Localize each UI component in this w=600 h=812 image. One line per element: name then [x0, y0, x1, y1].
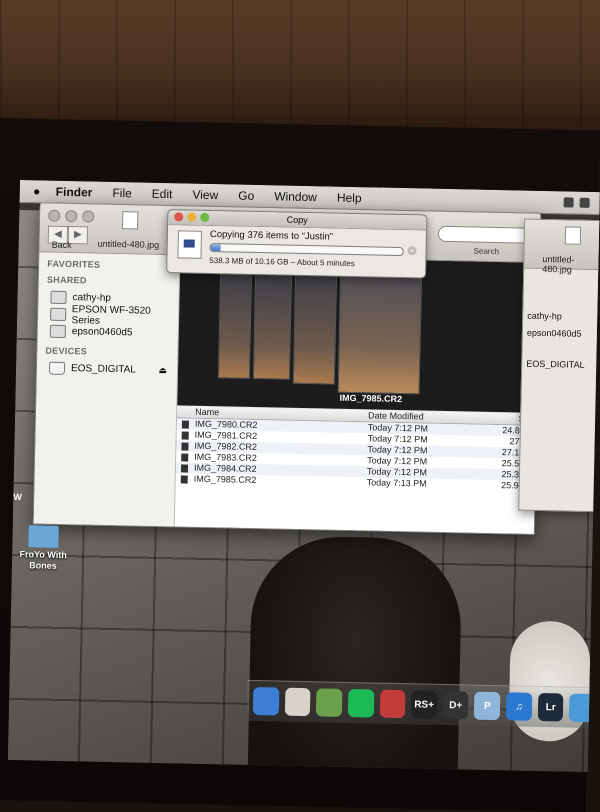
file-name: IMG_7981.CR2 [194, 429, 258, 442]
stop-copy-icon[interactable]: × [407, 246, 417, 256]
safari-icon[interactable] [569, 693, 596, 723]
close-icon[interactable] [174, 212, 184, 222]
toolbar-file-label[interactable]: untitled-480.jpg [98, 239, 160, 250]
preview-caption: IMG_7985.CR2 [339, 392, 403, 405]
thumbnail[interactable] [292, 263, 338, 385]
desktop-item-partial[interactable]: W [13, 492, 22, 502]
photos-icon[interactable] [316, 688, 343, 717]
desktop-folder-label: FroYo With Bones [19, 549, 67, 571]
finder-icon[interactable] [252, 686, 280, 716]
back-label: Back [51, 239, 72, 251]
p-icon[interactable]: P [474, 691, 501, 721]
disk-icon [48, 361, 66, 375]
progress-fill [210, 244, 221, 252]
file-name: IMG_7985.CR2 [193, 473, 257, 486]
lightroom-icon[interactable]: Lr [537, 692, 564, 722]
toolbar-file-label[interactable]: untitled-480.jpg [542, 254, 599, 275]
column-header-date[interactable]: Date Modified [368, 410, 477, 423]
raw-file-icon [181, 442, 189, 451]
sidebar-heading-shared: SHARED [46, 274, 87, 286]
d-plus-icon[interactable]: D+ [442, 690, 469, 720]
sidebar-item-epson0460d5[interactable]: epson0460d5 [523, 324, 598, 343]
thumbnail[interactable] [217, 266, 253, 379]
zoom-icon[interactable] [200, 212, 210, 222]
copy-dialog-title: Copy [286, 214, 308, 226]
desktop-folder[interactable]: FroYo With Bones [14, 525, 73, 572]
computer-icon [50, 290, 67, 304]
status-icon[interactable] [563, 197, 574, 208]
screen: ● Finder File Edit View Go Window Help ◀… [7, 180, 600, 773]
sidebar-heading-favorites: FAVORITES [47, 258, 101, 270]
sidebar-item-cathy-hp[interactable]: cathy-hp [523, 307, 598, 326]
file-icon[interactable] [564, 226, 582, 245]
copy-status: 538.3 MB of 10.16 GB – About 5 minutes [209, 255, 355, 269]
copy-progress-bar [209, 242, 404, 257]
menu-edit[interactable]: Edit [142, 187, 183, 202]
raw-file-icon [180, 475, 188, 484]
close-icon[interactable] [48, 209, 61, 222]
background-wall [0, 0, 600, 130]
copy-dialog-titlebar: Copy [168, 210, 427, 231]
apple-menu-icon[interactable]: ● [28, 184, 46, 198]
zoom-icon[interactable] [82, 210, 95, 223]
menu-go[interactable]: Go [228, 188, 264, 203]
menu-file[interactable]: File [102, 186, 142, 201]
raw-file-icon [181, 453, 189, 462]
file-icon[interactable] [121, 211, 139, 230]
sidebar-heading-devices: DEVICES [45, 345, 88, 357]
finder-window-right: untitled-480.jpg cathy-hp epson0460d5 EO… [518, 218, 600, 513]
raw-file-icon [180, 464, 189, 473]
file-name: IMG_7980.CR2 [194, 418, 258, 431]
minimize-icon[interactable] [65, 209, 78, 223]
menu-status-icons [563, 197, 600, 208]
rs-icon[interactable]: RS+ [411, 690, 438, 719]
cover-flow-preview: IMG_7985.CR2 [177, 255, 540, 413]
file-name: IMG_7982.CR2 [194, 440, 258, 453]
computer-icon [50, 307, 66, 321]
raw-file-icon [177, 230, 202, 259]
file-list: Name Date Modified Size IMG_7980.CR2Toda… [174, 406, 537, 534]
wallpaper-figure [247, 534, 463, 773]
app-icon[interactable] [379, 689, 406, 719]
preview-icon[interactable] [284, 687, 311, 717]
menu-view[interactable]: View [182, 187, 228, 203]
search-label: Search [473, 246, 500, 257]
sidebar-item-label: EPSON WF-3520 Series [71, 303, 151, 327]
finder-toolbar-right: untitled-480.jpg [524, 219, 600, 275]
itunes-icon[interactable]: ♫ [505, 692, 533, 721]
file-name: IMG_7984.CR2 [193, 462, 257, 475]
spotify-icon[interactable] [347, 688, 374, 718]
sidebar-item-label: EOS_DIGITAL [70, 363, 137, 376]
date-cell: Today 7:13 PM [366, 477, 427, 489]
status-icon[interactable] [579, 197, 590, 208]
minimize-icon[interactable] [187, 212, 197, 222]
copy-window-controls [174, 212, 210, 222]
eject-icon[interactable]: ⏏ [158, 365, 167, 376]
sidebar-item-label: epson0460d5 [71, 326, 133, 339]
menu-window[interactable]: Window [264, 189, 327, 204]
raw-file-icon [181, 431, 189, 440]
sidebar-item-label: cathy-hp [72, 292, 112, 304]
menu-app-name[interactable]: Finder [46, 185, 103, 200]
copy-dialog: Copy Copying 376 items to “Justin” × 538… [166, 209, 428, 279]
sidebar-item-eos-digital[interactable]: EOS_DIGITAL ⏏ [37, 359, 177, 379]
sidebar-item-eos-digital[interactable]: EOS_DIGITAL [522, 355, 597, 374]
file-name: IMG_7983.CR2 [194, 451, 257, 464]
finder-sidebar: FAVORITES SHARED cathy-hp EPSON WF-3520 … [33, 252, 181, 527]
folder-icon [28, 525, 59, 548]
copy-message: Copying 376 items to “Justin” [209, 228, 334, 243]
thumbnail[interactable] [252, 266, 293, 380]
dock: RS+ D+ P ♫ Lr [246, 679, 600, 729]
computer-icon [49, 324, 66, 338]
raw-file-icon [181, 420, 189, 429]
thumbnail-selected[interactable] [337, 260, 423, 395]
window-controls [48, 209, 95, 223]
menu-help[interactable]: Help [327, 190, 372, 206]
